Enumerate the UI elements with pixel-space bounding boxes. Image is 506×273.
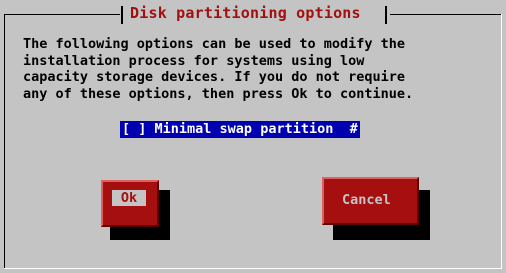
dialog-border-right [501,14,502,269]
scroll-indicator: # [349,121,358,137]
title-divider-right [385,6,387,24]
checkbox-label: Minimal swap partition [154,121,334,137]
cancel-button-label: Cancel [342,192,391,208]
dialog-border-bottom [4,268,502,269]
ok-button-label: Ok [112,190,146,206]
dialog-title: Disk partitioning options [130,4,361,22]
title-divider-left [121,6,123,24]
dialog-border-top-left [4,14,120,15]
dialog-border-top-right [390,14,502,15]
dialog-message: The following options can be used to mod… [23,36,414,102]
minimal-swap-checkbox[interactable]: [ ] Minimal swap partition # [120,121,360,138]
ok-button[interactable]: Ok [101,180,159,227]
dialog-window: Disk partitioning options The following … [0,0,506,273]
checkbox-mark[interactable]: [ ] [122,121,146,137]
cancel-button[interactable]: Cancel [322,177,419,225]
dialog-border-left [4,14,5,269]
